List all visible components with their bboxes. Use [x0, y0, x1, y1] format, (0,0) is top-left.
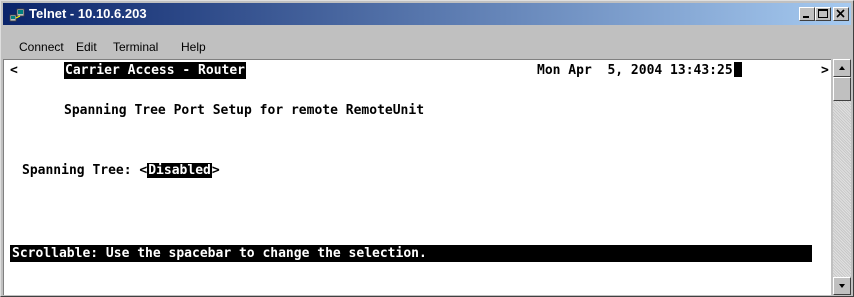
scroll-up-button[interactable] [833, 59, 851, 77]
datetime-text: Mon Apr 5, 2004 13:43:25 [537, 63, 733, 78]
menu-bar: Connect Edit Terminal Help [3, 39, 851, 57]
text-cursor [733, 62, 742, 77]
telnet-window: Telnet - 10.10.6.203 Connect Edit Termin… [0, 0, 854, 297]
scroll-down-button[interactable] [833, 277, 851, 295]
arrow-down-icon [839, 284, 845, 288]
close-button[interactable] [833, 7, 849, 21]
menu-edit[interactable]: Edit [76, 40, 97, 54]
screen-title: Spanning Tree Port Setup for remote Remo… [64, 103, 425, 118]
field-label: Spanning Tree: [22, 163, 132, 178]
status-message: Scrollable: Use the spacebar to change t… [12, 246, 427, 261]
terminal-screen[interactable]: < Carrier Access - Router Mon Apr 5, 200… [3, 59, 831, 295]
close-icon [836, 9, 845, 18]
arrow-up-icon [839, 66, 845, 70]
minimize-button[interactable] [799, 7, 815, 21]
left-scroll-marker: < [10, 63, 18, 78]
menu-edit-label: Edit [76, 40, 97, 54]
menu-connect-label: Connect [19, 40, 64, 54]
menu-help-label: Help [181, 40, 206, 54]
header-title: Carrier Access - Router [64, 62, 247, 79]
minimize-icon [803, 16, 809, 18]
menu-terminal-label: Terminal [113, 40, 159, 54]
spanning-tree-field: Spanning Tree: <Disabled> [22, 162, 220, 179]
field-close-bracket: > [211, 163, 220, 178]
maximize-icon [818, 9, 828, 18]
window-title: Telnet - 10.10.6.203 [29, 6, 147, 21]
vertical-scrollbar[interactable] [833, 59, 851, 295]
title-bar[interactable]: Telnet - 10.10.6.203 [3, 3, 851, 25]
maximize-button[interactable] [815, 7, 831, 21]
right-scroll-marker: > [821, 63, 829, 78]
header-datetime: Mon Apr 5, 2004 13:43:25 [537, 62, 742, 79]
menu-help[interactable]: Help [181, 40, 206, 54]
telnet-computer-icon [9, 6, 25, 22]
menu-connect[interactable]: Connect [19, 40, 64, 54]
scroll-thumb[interactable] [833, 77, 851, 101]
status-bar: Scrollable: Use the spacebar to change t… [10, 245, 812, 262]
spanning-tree-selector[interactable]: Disabled [147, 163, 212, 178]
menu-terminal[interactable]: Terminal [113, 40, 158, 54]
